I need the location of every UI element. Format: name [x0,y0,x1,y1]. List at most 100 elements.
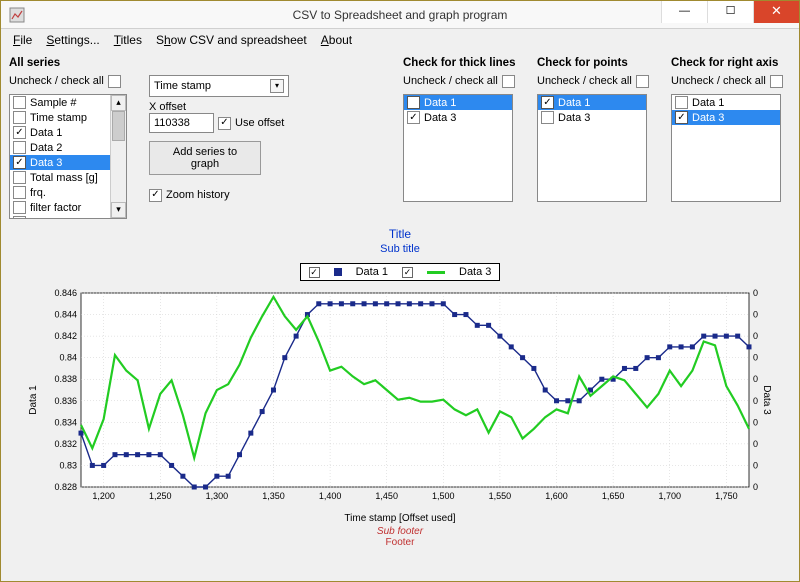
points-item-checkbox[interactable] [541,111,554,124]
svg-text:0: 0 [753,310,758,320]
points-uncheck-checkbox[interactable] [636,75,649,88]
all-series-item-checkbox[interactable] [13,111,26,124]
scroll-down-button[interactable]: ▾ [111,202,126,218]
svg-text:0: 0 [753,417,758,427]
all-series-item[interactable]: Sample # [10,95,110,110]
menu-file[interactable]: File [7,31,38,49]
titlebar: CSV to Spreadsheet and graph program — ☐… [1,1,799,29]
use-offset-checkbox[interactable] [218,117,231,130]
rightaxis-item[interactable]: Data 1 [672,95,780,110]
points-col: Check for points Uncheck / check all Dat… [537,57,657,219]
app-window: CSV to Spreadsheet and graph program — ☐… [0,0,800,582]
svg-text:1,300: 1,300 [206,491,229,501]
scroll-track[interactable] [111,111,126,202]
all-series-item-checkbox[interactable] [13,156,26,169]
svg-text:0.838: 0.838 [54,374,77,384]
chevron-down-icon[interactable]: ▾ [270,79,284,93]
xoffset-input[interactable] [149,113,214,133]
scroll-thumb[interactable] [112,111,125,141]
all-series-item[interactable]: frq. [10,185,110,200]
all-series-item-checkbox[interactable] [13,171,26,184]
all-series-item-checkbox[interactable] [13,201,26,214]
all-series-item[interactable]: filter factor [10,200,110,215]
menu-about[interactable]: About [315,31,358,49]
all-series-item[interactable]: Data 3 [10,155,110,170]
chart-subtitle: Sub title [380,243,420,257]
all-series-item[interactable]: Time stamp [10,110,110,125]
thick-item-checkbox[interactable] [407,96,420,109]
all-series-item[interactable]: Data 2 [10,140,110,155]
all-series-item-checkbox[interactable] [13,126,26,139]
rightaxis-uncheck-label: Uncheck / check all [671,75,766,87]
all-series-item-label: Time stamp [30,112,87,124]
all-series-col: All series Uncheck / check all Sample #T… [9,57,135,219]
menu-settings[interactable]: Settings... [40,31,105,49]
minimize-button[interactable]: — [661,1,707,23]
all-series-item[interactable]: Total mass [g] [10,170,110,185]
maximize-button[interactable]: ☐ [707,1,753,23]
rightaxis-item-label: Data 1 [692,97,724,109]
all-series-item-checkbox[interactable] [13,96,26,109]
svg-text:0.836: 0.836 [54,396,77,406]
rightaxis-header: Check for right axis [671,57,791,69]
scrollbar[interactable]: ▴ ▾ [110,95,126,218]
points-item[interactable]: Data 1 [538,95,646,110]
scroll-up-button[interactable]: ▴ [111,95,126,111]
svg-text:1,450: 1,450 [375,491,398,501]
rightaxis-item-checkbox[interactable] [675,111,688,124]
svg-text:1,550: 1,550 [489,491,512,501]
rightaxis-listbox[interactable]: Data 1Data 3 [671,94,781,202]
thick-item[interactable]: Data 3 [404,110,512,125]
svg-text:0.83: 0.83 [59,460,77,470]
points-item-label: Data 3 [558,112,590,124]
all-series-item[interactable]: dFRdt [10,215,110,218]
chart-title: Title [389,227,411,243]
legend-1-checkbox[interactable] [309,267,320,278]
points-item-checkbox[interactable] [541,96,554,109]
all-series-item-checkbox[interactable] [13,141,26,154]
thick-item-checkbox[interactable] [407,111,420,124]
svg-text:1,750: 1,750 [715,491,738,501]
all-series-item-label: frq. [30,187,46,199]
rightaxis-item[interactable]: Data 3 [672,110,780,125]
all-series-item-checkbox[interactable] [13,216,26,218]
svg-text:0: 0 [753,439,758,449]
all-series-listbox[interactable]: Sample # Time stamp Data 1 Data 2Data 3Tota… [9,94,127,219]
svg-text:0: 0 [753,396,758,406]
y-axis-right-label: Data 3 [761,385,772,414]
svg-text:0: 0 [753,288,758,298]
all-series-header: All series [9,57,135,69]
top-panel: All series Uncheck / check all Sample # T… [9,57,791,219]
menu-titles[interactable]: Titles [108,31,148,49]
svg-text:0: 0 [753,353,758,363]
thick-uncheck-checkbox[interactable] [502,75,515,88]
points-listbox[interactable]: Data 1 Data 3 [537,94,647,202]
all-series-item-label: Data 1 [30,127,62,139]
all-series-item-label: Sample # [30,97,76,109]
thick-item[interactable]: Data 1 [404,95,512,110]
rightaxis-uncheck-checkbox[interactable] [770,75,783,88]
close-button[interactable]: ✕ [753,1,799,23]
zoom-history-checkbox[interactable] [149,189,162,202]
y-axis-left-label: Data 1 [28,385,39,414]
svg-text:0.832: 0.832 [54,439,77,449]
svg-text:0: 0 [753,374,758,384]
chart-area[interactable]: Data 1 Data 3 0.8280.830.8320.8340.8360.… [21,287,779,513]
legend-2-checkbox[interactable] [402,267,413,278]
svg-text:0: 0 [753,331,758,341]
svg-text:1,250: 1,250 [149,491,172,501]
all-series-uncheck-checkbox[interactable] [108,75,121,88]
chart-svg: 0.8280.830.8320.8340.8360.8380.840.8420.… [21,287,779,513]
all-series-item-checkbox[interactable] [13,186,26,199]
app-icon [9,7,25,23]
xaxis-select[interactable]: Time stamp ▾ [149,75,289,97]
all-series-item-label: Data 2 [30,142,62,154]
thick-item-label: Data 1 [424,97,456,109]
menu-show-csv[interactable]: Show CSV and spreadsheet [150,31,313,49]
thick-listbox[interactable]: Data 1Data 3 [403,94,513,202]
add-series-button[interactable]: Add series to graph [149,141,261,175]
window-controls: — ☐ ✕ [661,1,799,23]
points-item[interactable]: Data 3 [538,110,646,125]
all-series-item[interactable]: Data 1 [10,125,110,140]
rightaxis-item-checkbox[interactable] [675,96,688,109]
